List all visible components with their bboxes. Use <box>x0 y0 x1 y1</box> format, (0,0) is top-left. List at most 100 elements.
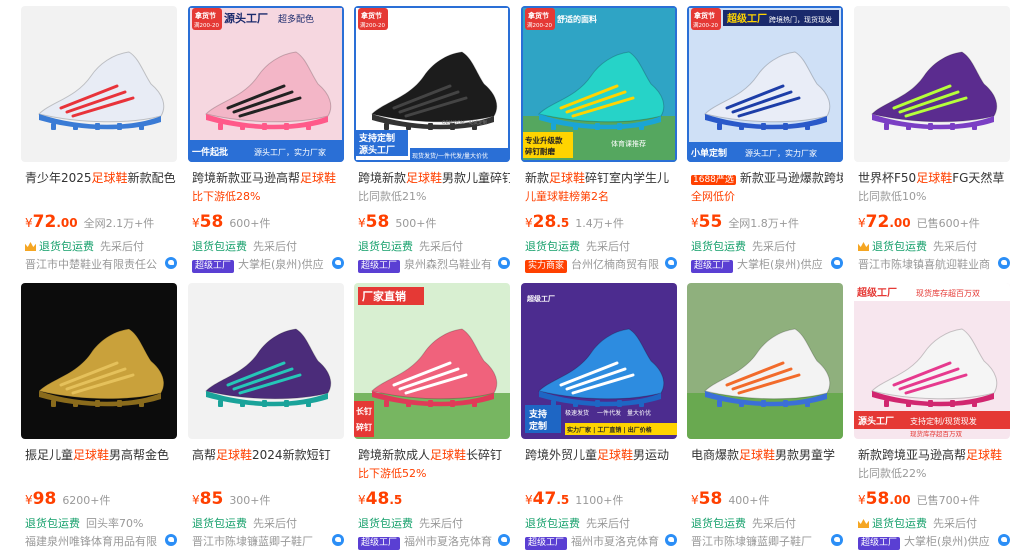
product-image[interactable]: 超级工厂 现货库存超百万双 源头工厂 支持定制/现货现发 现货库存超百万双 <box>854 283 1010 439</box>
product-grid: 青少年2025足球鞋新款配色 ¥72.00 全网2.1万+件 退货包运费 先采后付 晋江市… <box>0 0 1024 552</box>
product-card[interactable]: 拿货节 满200-20 OEM/ODM一站式定制 支持定制 源头工厂 现货发货/一件代发/… <box>354 6 514 274</box>
product-title[interactable]: 跨境外贸儿童足球鞋男运动 <box>525 447 677 463</box>
seller-badge: 超级工厂 <box>358 260 401 273</box>
seller-row[interactable]: 超级工厂 泉州森烈乌鞋业有 <box>358 256 506 273</box>
product-title[interactable]: 电商爆款足球鞋男款男童学 <box>691 447 843 463</box>
seller-row[interactable]: 超级工厂 大掌柜(泉州)供应 <box>192 256 340 273</box>
product-card[interactable]: 青少年2025足球鞋新款配色 ¥72.00 全网2.1万+件 退货包运费 先采后付 晋江市… <box>21 6 181 274</box>
free-return-tag: 退货包运费 <box>872 240 927 253</box>
seller-name[interactable]: 晋江市陈埭镰蓝卿子鞋厂 <box>691 535 812 548</box>
chat-icon[interactable] <box>998 257 1010 269</box>
product-title[interactable]: 跨境新款亚马逊高帮足球鞋 <box>192 170 344 186</box>
product-title[interactable]: 青少年2025足球鞋新款配色 <box>25 170 177 186</box>
price-integer: 85 <box>199 489 224 509</box>
price-integer: 58 <box>199 212 224 232</box>
product-card[interactable]: 拿货节 满200-20 源头工厂 超多配色 一件起批 源头工厂，实力厂家跨境新款亚马逊高帮… <box>188 6 348 274</box>
seller-name[interactable]: 台州亿楠商贸有限 <box>571 258 659 271</box>
product-image[interactable] <box>21 6 177 162</box>
seller-name[interactable]: 晋江市中楚鞋业有限责任公 <box>25 258 157 271</box>
chat-icon[interactable] <box>665 257 677 269</box>
feature-strip: 体育课推荐 <box>611 139 646 148</box>
product-card[interactable]: 超级工厂 支持 定制 极速发货 一件代发 量大价优 实力厂家 | 工厂直销 | 出厂价格跨境… <box>521 283 681 551</box>
product-image[interactable] <box>687 283 843 439</box>
secondary-tag: 先采后付 <box>586 517 630 530</box>
product-card[interactable]: 厂家直销 长钉 碎钉 跨境新款成人足球鞋长碎钉 比下游低52% ¥48.5 退货包运费 先采后… <box>354 283 514 551</box>
product-image[interactable]: 拿货节 满200-20 舒适的面料 专业升级款 碎钉耐磨 体育课推荐 <box>521 6 677 162</box>
strip-left: 源头工厂 <box>858 415 894 427</box>
product-image[interactable] <box>854 6 1010 162</box>
seller-row[interactable]: 超级工厂 福州市夏洛克体育 <box>525 533 673 550</box>
service-1: 极速发货 <box>565 409 589 417</box>
product-image[interactable] <box>188 283 344 439</box>
seller-name[interactable]: 大掌柜(泉州)供应 <box>904 535 990 548</box>
promo-badge-sub: 满200-20 <box>693 21 718 29</box>
seller-row[interactable]: 超级工厂 大掌柜(泉州)供应 <box>858 533 1006 550</box>
title-prefix: 高帮 <box>192 448 217 462</box>
product-title[interactable]: 世界杯F50足球鞋FG天然草 <box>858 170 1010 186</box>
strip-bottom: 现货库存超百万双 <box>910 429 963 438</box>
seller-row[interactable]: 福建泉州唯锋体育用品有限 <box>25 533 173 549</box>
seller-name[interactable]: 福州市夏洛克体育 <box>571 535 659 548</box>
product-image[interactable]: 超级工厂 支持 定制 极速发货 一件代发 量大价优 实力厂家 | 工厂直销 | 出厂价格 <box>521 283 677 439</box>
product-card[interactable]: 振足儿童足球鞋男高帮金色 ¥98 6200+件 退货包运费 回头率70% 福建泉州唯锋体育… <box>21 283 181 551</box>
product-title[interactable]: 新款足球鞋碎钉室内学生儿 <box>525 170 677 186</box>
product-title[interactable]: 跨境新款成人足球鞋长碎钉 <box>358 447 510 463</box>
seller-name[interactable]: 福建泉州唯锋体育用品有限 <box>25 535 157 548</box>
seller-name[interactable]: 大掌柜(泉州)供应 <box>238 258 324 271</box>
seller-badge: 超级工厂 <box>858 537 901 550</box>
chat-icon[interactable] <box>665 534 677 546</box>
product-title[interactable]: 新款跨境亚马逊高帮足球鞋 <box>858 447 1010 463</box>
price-tagline: 全网低价 <box>691 190 735 203</box>
chat-icon[interactable] <box>165 534 177 546</box>
chat-icon[interactable] <box>498 534 510 546</box>
title-prefix: 跨境新款成人 <box>358 448 431 462</box>
price-integer: 58 <box>365 212 390 232</box>
chat-icon[interactable] <box>498 257 510 269</box>
price: ¥85 300+件 <box>192 489 271 509</box>
product-image[interactable]: 拿货节 满200-20 超级工厂 跨境热门，现货现发 小单定制 源头工厂，实力厂家 <box>687 6 843 162</box>
product-title[interactable]: 1688严选 新款亚马逊爆款跨境 <box>691 170 843 188</box>
product-card[interactable]: 超级工厂 现货库存超百万双 源头工厂 支持定制/现货现发 现货库存超百万双 新款跨境亚马逊… <box>854 283 1014 551</box>
product-image[interactable]: 厂家直销 长钉 碎钉 <box>354 283 510 439</box>
title-prefix: 新款 <box>525 171 550 185</box>
service-tags: 退货包运费 先采后付 <box>691 238 796 254</box>
seller-name[interactable]: 泉州森烈乌鞋业有 <box>404 258 492 271</box>
product-title[interactable]: 高帮足球鞋2024新款短钉 <box>192 447 344 463</box>
seller-row[interactable]: 超级工厂 福州市夏洛克体育 <box>358 533 506 550</box>
product-card[interactable]: 拿货节 满200-20 舒适的面料 专业升级款 碎钉耐磨 体育课推荐新款足球鞋碎钉室内学生… <box>521 6 681 274</box>
chat-icon[interactable] <box>831 534 843 546</box>
price-integer: 55 <box>698 212 723 232</box>
price-tagline: 比下游低52% <box>358 467 427 480</box>
crown-icon <box>858 242 869 251</box>
seller-row[interactable]: 实力商家 台州亿楠商贸有限 <box>525 256 673 273</box>
price-integer: 47 <box>532 489 557 509</box>
product-title[interactable]: 跨境新款足球鞋男款儿童碎钉鞋 <box>358 170 510 186</box>
seller-name[interactable]: 晋江市陈埭镰蓝卿子鞋厂 <box>192 535 313 548</box>
title-suffix: 男款男童学 <box>775 448 836 462</box>
product-card[interactable]: 电商爆款足球鞋男款男童学 ¥58 400+件 退货包运费 先采后付 晋江市陈埭镰蓝卿子鞋厂 <box>687 283 847 551</box>
price-integer: 58 <box>698 489 723 509</box>
chat-icon[interactable] <box>332 257 344 269</box>
seller-row[interactable]: 超级工厂 大掌柜(泉州)供应 <box>691 256 839 273</box>
product-image[interactable] <box>21 283 177 439</box>
product-card[interactable]: 高帮足球鞋2024新款短钉 ¥85 300+件 退货包运费 先采后付 晋江市陈埭镰蓝卿子鞋… <box>188 283 348 551</box>
seller-name[interactable]: 大掌柜(泉州)供应 <box>737 258 823 271</box>
seller-row[interactable]: 晋江市陈埭镇喜航迎鞋业商 <box>858 256 1006 272</box>
seller-name[interactable]: 福州市夏洛克体育 <box>404 535 492 548</box>
chat-icon[interactable] <box>831 257 843 269</box>
title-keyword: 足球鞋 <box>91 171 128 185</box>
product-image[interactable]: 拿货节 满200-20 源头工厂 超多配色 一件起批 源头工厂，实力厂家 <box>188 6 344 162</box>
seller-row[interactable]: 晋江市陈埭镰蓝卿子鞋厂 <box>192 533 340 549</box>
title-keyword: 足球鞋 <box>966 448 1003 462</box>
chat-icon[interactable] <box>165 257 177 269</box>
seller-name[interactable]: 晋江市陈埭镇喜航迎鞋业商 <box>858 258 990 271</box>
product-card[interactable]: 世界杯F50足球鞋FG天然草 比同款低10% ¥72.00 已售600+件 退货包运费先… <box>854 6 1014 274</box>
product-image[interactable]: 拿货节 满200-20 OEM/ODM一站式定制 支持定制 源头工厂 现货发货/一件代发/… <box>354 6 510 162</box>
product-title[interactable]: 振足儿童足球鞋男高帮金色 <box>25 447 177 463</box>
product-card[interactable]: 拿货节 满200-20 超级工厂 跨境热门，现货现发 小单定制 源头工厂，实力厂家 1688… <box>687 6 847 274</box>
chat-icon[interactable] <box>998 534 1010 546</box>
seller-row[interactable]: 晋江市中楚鞋业有限责任公 <box>25 256 173 272</box>
oem-text: OEM/ODM一站式定制 <box>442 119 488 126</box>
chat-icon[interactable] <box>332 534 344 546</box>
seller-row[interactable]: 晋江市陈埭镰蓝卿子鞋厂 <box>691 533 839 549</box>
